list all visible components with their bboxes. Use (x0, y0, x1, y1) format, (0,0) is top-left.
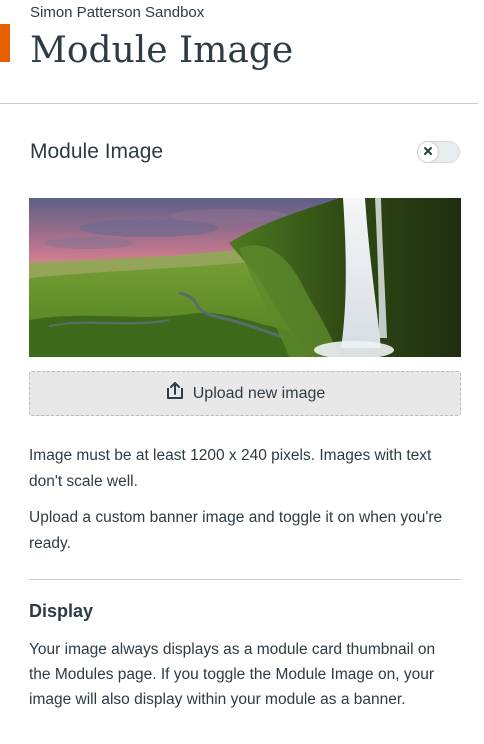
upload-icon (165, 382, 185, 405)
x-icon (423, 143, 433, 161)
upload-help-text: Upload a custom banner image and toggle … (29, 509, 443, 552)
upload-button-label: Upload new image (192, 384, 326, 402)
accent-bar (0, 24, 10, 62)
section-divider (29, 579, 461, 580)
section-title: Module Image (30, 140, 164, 163)
image-size-help-text: Image must be at least 1200 x 240 pixels… (29, 447, 432, 490)
display-heading: Display (29, 601, 94, 621)
page-title: Module Image (30, 30, 294, 71)
toggle-knob (418, 142, 438, 162)
course-name: Simon Patterson Sandbox (30, 4, 205, 21)
module-image-settings-page: Simon Patterson Sandbox Module Image Mod… (0, 0, 484, 744)
banner-image-preview (29, 198, 461, 357)
module-image-toggle[interactable] (417, 141, 460, 163)
header-divider (0, 103, 478, 104)
upload-new-image-button[interactable]: Upload new image (29, 371, 461, 416)
display-description: Your image always displays as a module c… (29, 641, 436, 708)
